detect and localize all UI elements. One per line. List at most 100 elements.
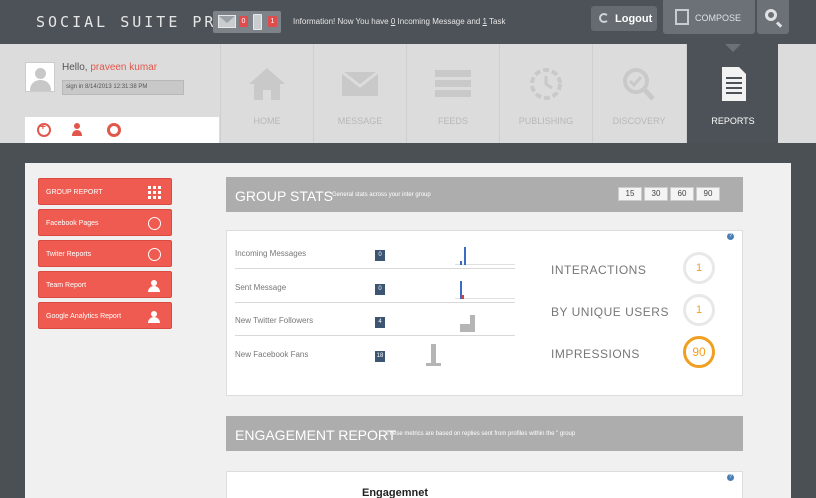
sidebar-item-group-report[interactable]: GROUP REPORT xyxy=(38,178,172,205)
info-middle: Incoming Message and xyxy=(395,17,483,26)
sidebar-item-team-report[interactable]: Team Report xyxy=(38,271,172,298)
sparkline xyxy=(455,235,515,269)
logout-button[interactable]: Logout xyxy=(591,6,657,31)
sidebar-item-label: Google Analytics Report xyxy=(46,313,122,320)
gear-icon[interactable] xyxy=(107,123,121,137)
top-bar: SOCIAL SUITE PRO 0 1 Information! Now Yo… xyxy=(0,0,816,44)
user-name[interactable]: praveen kumar xyxy=(90,62,157,73)
sidebar-item-label: GROUP REPORT xyxy=(46,189,103,196)
metric-row: Sent Message 0 xyxy=(235,269,515,303)
sidebar-item-label: Team Report xyxy=(46,282,87,289)
notification-box[interactable]: 0 1 xyxy=(213,11,281,33)
document-icon xyxy=(722,67,746,101)
metric-value: 0 xyxy=(375,284,385,295)
user-greeting: Hello, praveen kumar xyxy=(62,62,157,73)
app-logo[interactable]: SOCIAL SUITE PRO xyxy=(36,13,229,31)
messages-count-badge: 0 xyxy=(239,16,248,27)
clock-gear-icon xyxy=(530,68,562,100)
metric-value: 18 xyxy=(375,351,385,362)
greeting-text: Hello, xyxy=(62,62,91,73)
metric-value: 0 xyxy=(375,250,385,261)
engagement-subtitle: These metrics are based on replies sent … xyxy=(386,431,576,437)
info-suffix: Task xyxy=(486,17,506,26)
user-profile-icon[interactable] xyxy=(72,123,86,137)
metric-row: Incoming Messages 0 xyxy=(235,235,515,269)
avatar[interactable] xyxy=(25,62,55,92)
metric-label: New Twitter Followers xyxy=(235,316,314,325)
main-content: GROUP REPORT Facebook Pages Twiter Repor… xyxy=(25,163,791,498)
team-icon xyxy=(148,279,161,292)
separator-band xyxy=(0,143,816,163)
nav-publishing-label: PUBLISHING xyxy=(518,116,574,126)
search-button[interactable] xyxy=(757,0,789,34)
metric-label: Incoming Messages xyxy=(235,249,307,258)
sidebar-item-google-analytics-report[interactable]: Google Analytics Report xyxy=(38,302,172,329)
help-icon[interactable]: ? xyxy=(727,233,734,240)
info-prefix: Information! Now You have xyxy=(293,17,391,26)
envelope-icon xyxy=(341,70,379,96)
nav-discovery-label: DISCOVERY xyxy=(612,116,666,126)
nav-home-label: HOME xyxy=(253,116,281,126)
sparkline xyxy=(455,269,515,303)
nav-home[interactable]: HOME xyxy=(220,44,312,143)
kpi-unique-users-label: BY UNIQUE USERS xyxy=(551,305,669,319)
group-stats-title: GROUP STATS xyxy=(235,188,334,204)
nav-message[interactable]: MESSAGE xyxy=(313,44,405,143)
sidebar-item-facebook-pages[interactable]: Facebook Pages xyxy=(38,209,172,236)
magnifier-check-icon xyxy=(623,68,655,101)
tasks-count-badge: 1 xyxy=(268,16,277,27)
nav-discovery[interactable]: DISCOVERY xyxy=(592,44,684,143)
compose-icon xyxy=(675,9,689,25)
nav-message-label: MESSAGE xyxy=(337,116,383,126)
mail-icon[interactable] xyxy=(218,15,236,28)
signin-info: sign in 8/14/2013 12:31:38 PM xyxy=(62,80,184,95)
sidebar-item-label: Facebook Pages xyxy=(46,220,99,227)
nav-reports-label: REPORTS xyxy=(711,116,755,126)
sidebar-item-twitter-reports[interactable]: Twiter Reports xyxy=(38,240,172,267)
spark-bar xyxy=(462,295,464,299)
sparkline xyxy=(419,336,479,370)
nav-feeds-label: FEEDS xyxy=(437,116,468,126)
spark-bar xyxy=(436,363,441,366)
period-90-button[interactable]: 90 xyxy=(696,187,720,201)
kpi-unique-users-gauge: 1 xyxy=(683,294,715,326)
sparkline xyxy=(455,302,515,336)
spark-bar xyxy=(464,247,466,265)
nav-reports[interactable]: REPORTS xyxy=(686,44,778,143)
help-icon[interactable]: ? xyxy=(727,474,734,481)
metric-row: New Facebook Fans 18 xyxy=(235,336,515,370)
metric-label: Sent Message xyxy=(235,283,287,292)
kpi-interactions-label: INTERACTIONS xyxy=(551,263,647,277)
engagement-panel: ? Engagemnet xyxy=(226,471,743,498)
nav-feeds[interactable]: FEEDS xyxy=(406,44,498,143)
info-message: Information! Now You have 0 Incoming Mes… xyxy=(293,17,505,26)
metric-value: 4 xyxy=(375,317,385,328)
facebook-icon xyxy=(148,217,161,230)
engagement-report-bar: ENGAGEMENT REPORT These metrics are base… xyxy=(226,416,743,451)
search-icon xyxy=(765,9,777,21)
zoom-in-icon[interactable] xyxy=(37,122,51,137)
spark-bar xyxy=(470,315,475,332)
period-15-button[interactable]: 15 xyxy=(618,187,642,201)
logout-icon xyxy=(599,13,609,23)
compose-button[interactable]: COMPOSE xyxy=(663,0,755,34)
engagement-title: ENGAGEMENT REPORT xyxy=(235,427,397,443)
quick-tabs xyxy=(25,117,219,143)
engagement-panel-title: Engagemnet xyxy=(362,487,429,498)
period-30-button[interactable]: 30 xyxy=(644,187,668,201)
metric-label: New Facebook Fans xyxy=(235,350,309,359)
group-stats-subtitle: General stats across your inter group xyxy=(332,192,431,198)
compose-label: COMPOSE xyxy=(695,13,742,23)
spark-bar xyxy=(460,261,462,265)
kpi-impressions-label: IMPRESSIONS xyxy=(551,347,640,361)
sidebar-item-label: Twiter Reports xyxy=(46,251,92,258)
logout-label: Logout xyxy=(615,13,653,25)
kpi-interactions-gauge: 1 xyxy=(683,252,715,284)
twitter-icon xyxy=(148,248,161,261)
period-60-button[interactable]: 60 xyxy=(670,187,694,201)
spark-bar xyxy=(460,324,470,332)
kpi-impressions-gauge: 90 xyxy=(683,336,715,368)
nav-publishing[interactable]: PUBLISHING xyxy=(499,44,591,143)
task-icon[interactable] xyxy=(253,14,262,30)
group-stats-bar: GROUP STATS General stats across your in… xyxy=(226,177,743,212)
